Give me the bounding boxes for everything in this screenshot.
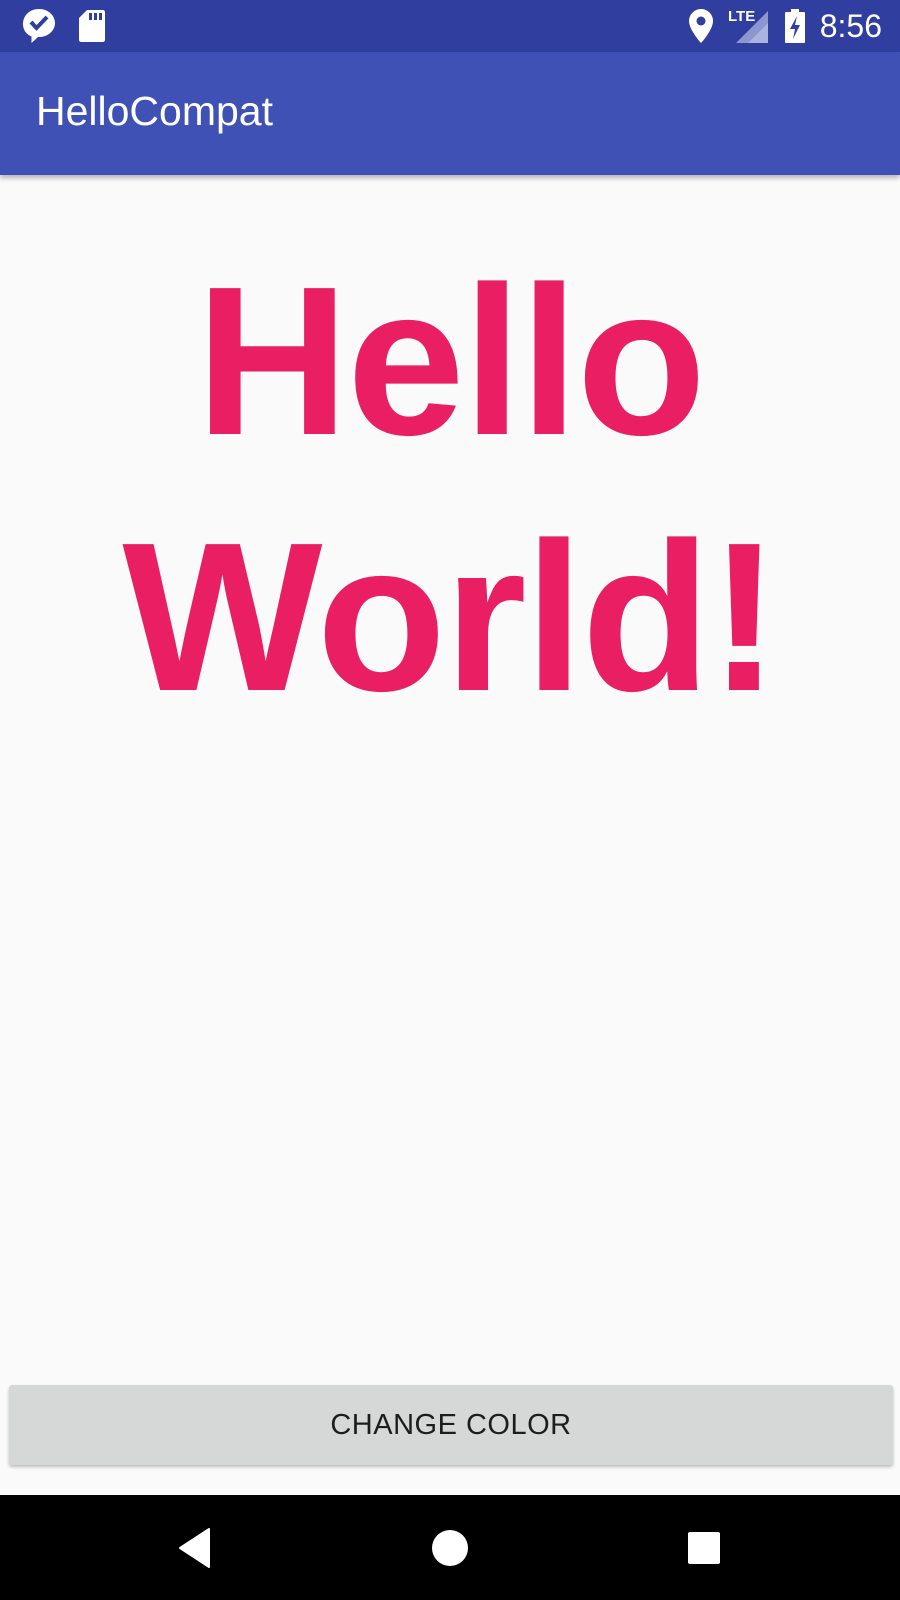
- app-bar: HelloCompat: [0, 52, 900, 175]
- lte-signal-icon: [736, 11, 768, 43]
- app-title: HelloCompat: [36, 88, 273, 134]
- main-content: Hello World!: [0, 175, 900, 1495]
- battery-charging-icon: [785, 9, 805, 43]
- sd-card-icon: [79, 10, 105, 42]
- hello-world-text: Hello World!: [122, 242, 779, 735]
- status-time: 8:56: [819, 8, 882, 44]
- recents-icon[interactable]: [669, 1513, 739, 1583]
- location-icon: [689, 9, 713, 43]
- notification-check-icon: [23, 9, 55, 43]
- back-icon[interactable]: [161, 1513, 231, 1583]
- status-bar: LTE 8:56: [0, 0, 900, 52]
- navigation-bar: [0, 1495, 900, 1600]
- change-color-button[interactable]: CHANGE COLOR: [9, 1385, 893, 1465]
- home-icon[interactable]: [415, 1513, 485, 1583]
